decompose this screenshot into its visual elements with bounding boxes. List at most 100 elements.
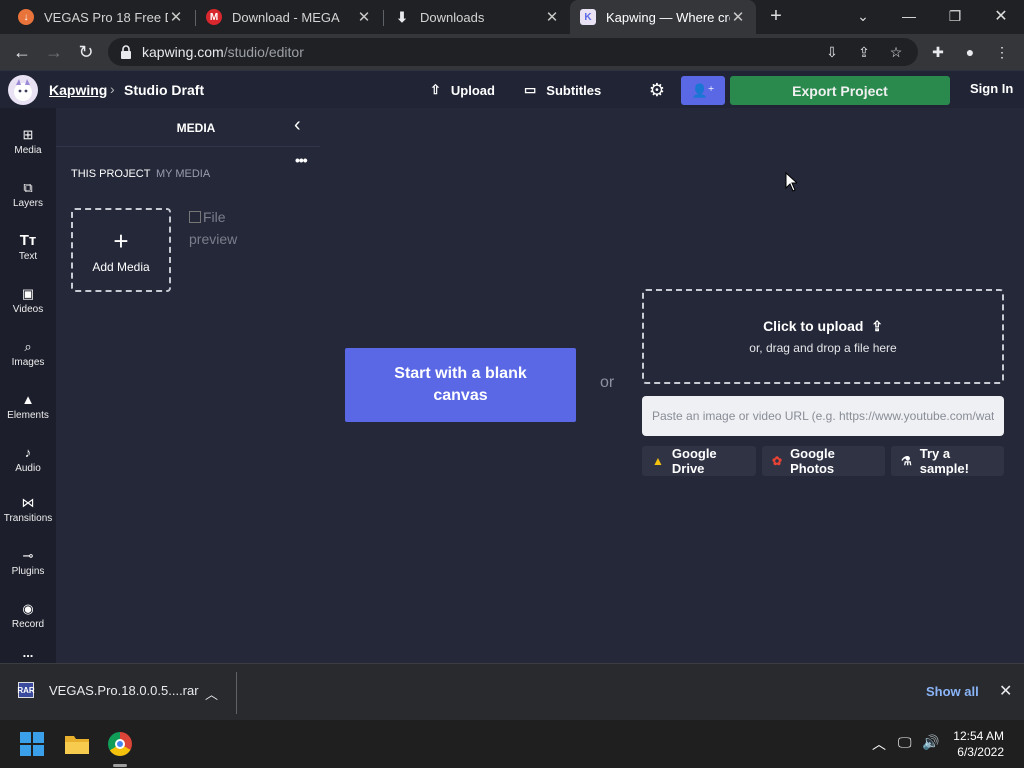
mega-favicon-icon: M (206, 9, 222, 25)
rail-item-images[interactable]: ⌕ Images (0, 330, 56, 376)
close-tab-icon[interactable]: ✕ (356, 8, 372, 26)
collapse-panel-chevron-icon[interactable]: ‹ (294, 114, 301, 137)
try-sample-button[interactable]: ⚗ Try a sample! (891, 446, 1004, 476)
show-all-downloads-button[interactable]: Show all (926, 684, 979, 699)
google-drive-icon: ▲ (652, 454, 664, 468)
file-preview-thumbnail[interactable]: File preview (189, 206, 259, 254)
media-icon: ⊞ (22, 127, 34, 142)
download-site-favicon-icon: ↓ (18, 9, 34, 25)
restore-button[interactable]: ❐ (932, 0, 978, 32)
taskbar-clock[interactable]: 12:54 AM 6/3/2022 (948, 728, 1004, 760)
bookmark-star-icon[interactable]: ☆ (886, 42, 906, 62)
or-separator: or (600, 374, 615, 391)
upload-button[interactable]: ⇧ Upload (430, 82, 495, 98)
rail-item-elements[interactable]: ▲ Elements (0, 383, 56, 429)
rail-item-text[interactable]: Tт Text (0, 224, 56, 270)
close-shelf-icon[interactable]: ✕ (999, 681, 1012, 701)
browser-menu-icon[interactable]: ⋮ (992, 42, 1012, 62)
rail-label: Text (18, 251, 38, 262)
rail-item-record[interactable]: ◉ Record (0, 592, 56, 638)
browser-tab-kapwing[interactable]: K Kapwing — Where creators grow ✕ (570, 0, 756, 34)
volume-icon[interactable]: 🔊 (922, 734, 939, 751)
close-window-button[interactable]: ✕ (978, 0, 1024, 32)
forward-button[interactable]: → (40, 38, 68, 66)
browser-tab-vegas[interactable]: ↓ VEGAS Pro 18 Free Download ✕ (8, 0, 194, 34)
panel-divider (56, 146, 320, 147)
panel-options-icon[interactable]: ••• (295, 152, 308, 168)
rail-item-videos[interactable]: ▣ Videos (0, 277, 56, 323)
google-drive-button[interactable]: ▲ Google Drive (642, 446, 756, 476)
audio-icon: ♪ (24, 445, 32, 460)
close-tab-icon[interactable]: ✕ (730, 8, 746, 26)
address-bar[interactable]: kapwing.com/studio/editor ⇩ ⇪ ☆ (108, 38, 918, 66)
share-icon[interactable]: ⇪ (854, 42, 874, 62)
install-app-icon[interactable]: ⇩ (822, 42, 842, 62)
tab-my-media[interactable]: MY MEDIA (156, 168, 210, 180)
profile-icon[interactable]: ● (960, 42, 980, 62)
upload-subtitle: or, drag and drop a file here (749, 341, 897, 355)
google-photos-label: Google Photos (790, 446, 835, 476)
kapwing-avatar[interactable] (8, 75, 38, 105)
tray-overflow-chevron-icon[interactable]: ︿ (872, 734, 886, 754)
mouse-cursor-icon (785, 172, 797, 192)
browser-tab-mega[interactable]: M Download - MEGA ✕ (196, 0, 382, 34)
file-explorer-icon[interactable] (64, 733, 90, 755)
browser-tab-downloads[interactable]: ⬇ Downloads ✕ (384, 0, 570, 34)
clock-date: 6/3/2022 (957, 745, 1004, 759)
rail-label: Images (11, 357, 45, 368)
sign-in-link[interactable]: Sign In (970, 81, 1013, 96)
download-icon: ⬇ (396, 8, 408, 25)
browser-toolbar: ← → ↻ kapwing.com/studio/editor ⇩ ⇪ ☆ ✚ … (0, 34, 1024, 70)
add-media-button[interactable]: + Add Media (71, 208, 171, 292)
rail-item-transitions[interactable]: ⋈ Transitions (0, 486, 56, 532)
transitions-icon: ⋈ (21, 495, 35, 510)
download-file-name: VEGAS.Pro.18.0.0.5....rar (49, 682, 199, 698)
download-item[interactable]: RAR VEGAS.Pro.18.0.0.5....rar (17, 682, 199, 698)
breadcrumb-kapwing-link[interactable]: Kapwing (49, 82, 107, 98)
videos-icon: ▣ (21, 286, 35, 301)
project-title[interactable]: Studio Draft (124, 82, 204, 98)
chevron-up-icon[interactable]: ︿ (205, 684, 218, 703)
close-tab-icon[interactable]: ✕ (544, 8, 560, 26)
rail-item-plugins[interactable]: ⊸ Plugins (0, 539, 56, 585)
rail-more-button[interactable]: ... (0, 644, 56, 664)
rail-label: Transitions (3, 513, 53, 524)
rar-file-icon: RAR (17, 682, 35, 698)
try-sample-label: Try a sample! (919, 446, 969, 476)
tool-rail: ⊞ Media ⧉ Layers Tт Text ▣ Videos ⌕ Imag… (0, 108, 56, 663)
chrome-taskbar-icon[interactable] (108, 732, 132, 756)
reload-button[interactable]: ↻ (72, 38, 100, 66)
tab-this-project[interactable]: THIS PROJECT (71, 168, 150, 180)
windows-taskbar: ︿ 🖵 🔊 12:54 AM 6/3/2022 (0, 720, 1024, 768)
subtitles-button[interactable]: ▭ Subtitles (524, 82, 601, 98)
invite-collaborator-button[interactable]: 👤⁺ (681, 76, 725, 105)
export-project-button[interactable]: Export Project (730, 76, 950, 105)
plus-icon: + (113, 226, 129, 256)
rail-label: Elements (7, 410, 49, 421)
rail-item-layers[interactable]: ⧉ Layers (0, 171, 56, 217)
windows-start-icon[interactable] (20, 732, 44, 756)
start-blank-canvas-button[interactable]: Start with a blank canvas (345, 348, 576, 422)
upload-title: Click to upload ⇪ (644, 318, 1002, 335)
back-button[interactable]: ← (8, 38, 36, 66)
rail-item-media[interactable]: ⊞ Media (0, 118, 56, 164)
new-tab-button[interactable]: + (756, 0, 796, 32)
media-url-input[interactable] (642, 396, 1004, 436)
rail-item-audio[interactable]: ♪ Audio (0, 436, 56, 482)
google-photos-button[interactable]: ✿ Google Photos (762, 446, 885, 476)
close-tab-icon[interactable]: ✕ (168, 8, 184, 26)
network-icon[interactable]: 🖵 (898, 734, 912, 751)
active-app-indicator (113, 764, 127, 767)
url-text: kapwing.com/studio/editor (142, 44, 304, 60)
upload-dropzone[interactable]: Click to upload ⇪ or, drag and drop a fi… (642, 289, 1004, 384)
editor-canvas-area: Start with a blank canvas or Click to up… (320, 108, 1024, 663)
upload-icon: ⇧ (430, 82, 441, 97)
settings-gear-icon[interactable]: ⚙ (647, 80, 667, 100)
more-dots-icon: ... (22, 645, 34, 660)
url-path: /studio/editor (223, 44, 304, 60)
kapwing-favicon-icon: K (580, 9, 596, 25)
tab-title: Download - MEGA (232, 9, 340, 25)
tab-search-chevron-icon[interactable]: ⌄ (840, 0, 886, 32)
minimize-button[interactable]: — (886, 0, 932, 32)
extensions-puzzle-icon[interactable]: ✚ (928, 42, 948, 62)
